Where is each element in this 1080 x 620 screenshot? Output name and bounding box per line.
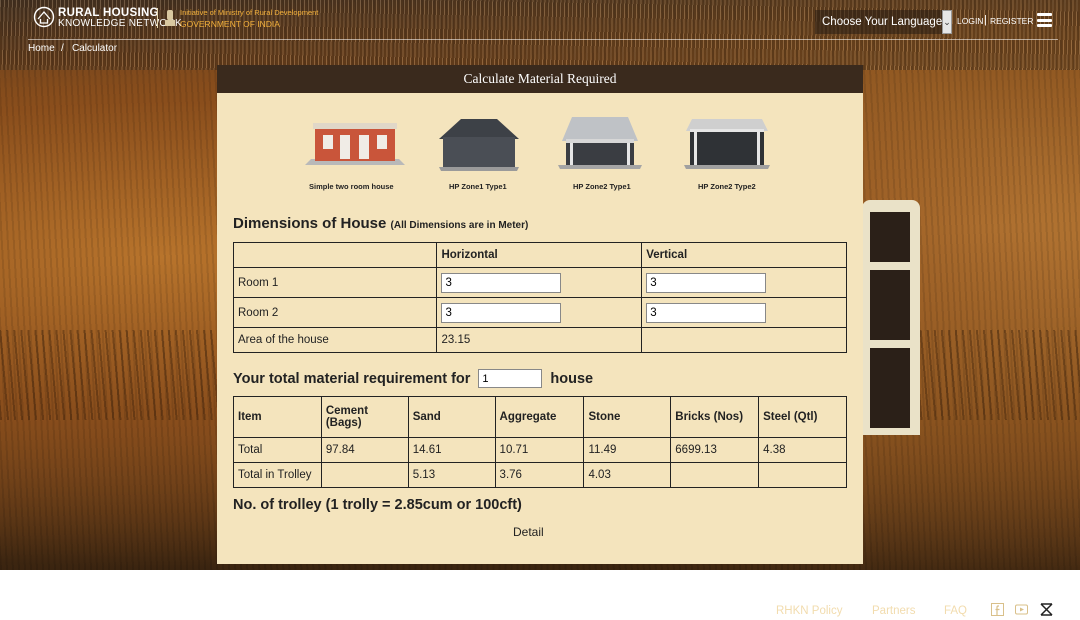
table-cell	[641, 267, 847, 298]
breadcrumb-separator: /	[61, 43, 64, 54]
table-cell	[320, 462, 409, 488]
materials-table: Item Cement (Bags) Sand Aggregate Stone …	[233, 396, 847, 488]
table-row: Total 97.84 14.61 10.71 11.49 6699.13 4.…	[233, 437, 847, 463]
dimensions-note: (All Dimensions are in Meter)	[390, 220, 529, 231]
house-caption[interactable]: HP Zone1 Type1	[449, 182, 507, 191]
table-cell	[436, 297, 643, 328]
table-cell	[670, 462, 760, 488]
room1-horizontal-input[interactable]	[441, 272, 562, 293]
hamburger-menu-icon[interactable]	[1037, 13, 1052, 27]
logo-divider	[157, 8, 158, 28]
house-caption[interactable]: HP Zone2 Type2	[698, 182, 756, 191]
table-cell: Total	[233, 437, 322, 463]
column-header: Aggregate	[494, 396, 585, 438]
calculator-panel: Simple two room house HP Zone1 Type1 HP …	[217, 93, 863, 564]
column-header: Steel (Qtl)	[758, 396, 847, 438]
footer-link-faq[interactable]: FAQ	[944, 605, 967, 617]
breadcrumb-home[interactable]: Home	[28, 43, 55, 54]
table-cell: 11.49	[583, 437, 672, 463]
table-cell	[641, 297, 847, 328]
area-value: 23.15	[436, 327, 643, 353]
breadcrumb-current: Calculator	[72, 43, 118, 54]
table-row: Total in Trolley 5.13 3.76 4.03	[233, 462, 847, 488]
area-label: Area of the house	[232, 327, 438, 353]
table-cell: 14.61	[407, 437, 496, 463]
column-header: Bricks (Nos)	[670, 396, 760, 438]
house-caption[interactable]: HP Zone2 Type1	[573, 182, 631, 191]
requirement-prefix: Your total material requirement for	[233, 370, 471, 387]
table-row: Room 2	[232, 297, 847, 328]
ministry-label: Initiative of Ministry of Rural Developm…	[180, 8, 319, 17]
house-hp-zone2-type1-image[interactable]	[558, 113, 642, 171]
header-separator: |	[984, 14, 987, 26]
emblem-icon	[165, 10, 175, 26]
dimensions-title: Dimensions of House	[233, 215, 387, 232]
house-hp-zone1-type1-image[interactable]	[439, 117, 519, 171]
column-header-vertical: Vertical	[641, 242, 847, 268]
requirement-line: Your total material requirement for hous…	[233, 369, 593, 388]
table-header-row: Item Cement (Bags) Sand Aggregate Stone …	[233, 396, 847, 438]
column-header: Sand	[407, 396, 496, 438]
table-cell	[232, 242, 438, 268]
room1-vertical-input[interactable]	[646, 272, 767, 293]
facebook-icon[interactable]	[991, 603, 1004, 616]
table-cell: 4.38	[758, 437, 847, 463]
close-icon[interactable]	[1040, 603, 1053, 616]
house-count-input[interactable]	[478, 369, 543, 388]
house-caption[interactable]: Simple two room house	[309, 182, 394, 191]
panel-title: Calculate Material Required	[217, 65, 863, 93]
window-image	[862, 200, 920, 435]
table-row: Area of the house 23.15	[232, 327, 847, 353]
dimensions-heading: Dimensions of House (All Dimensions are …	[233, 215, 528, 232]
table-cell: 97.84	[320, 437, 409, 463]
detail-link[interactable]: Detail	[513, 525, 544, 539]
language-select[interactable]: Choose Your Language ⌄	[815, 10, 952, 34]
login-link[interactable]: LOGIN	[957, 16, 983, 26]
table-cell	[436, 267, 643, 298]
table-cell: 10.71	[494, 437, 585, 463]
row-label-room2: Room 2	[232, 297, 438, 328]
table-row: Room 1	[232, 267, 847, 298]
language-select-label: Choose Your Language	[822, 16, 943, 28]
requirement-suffix: house	[550, 370, 594, 387]
column-header: Stone	[583, 396, 672, 438]
footer-link-partners[interactable]: Partners	[872, 605, 915, 617]
house-hp-zone2-type2-image[interactable]	[684, 117, 770, 171]
table-cell: 3.76	[494, 462, 585, 488]
table-cell	[641, 327, 847, 353]
table-cell: 4.03	[583, 462, 672, 488]
dimensions-table: Horizontal Vertical Room 1 Room 2 Area o…	[232, 242, 847, 353]
trolley-heading: No. of trolley (1 trolly = 2.85cum or 10…	[233, 497, 522, 513]
column-header: Cement (Bags)	[320, 396, 409, 438]
column-header: Item	[233, 396, 322, 438]
table-cell: Total in Trolley	[233, 462, 322, 488]
youtube-icon[interactable]	[1015, 603, 1028, 616]
table-cell: 5.13	[407, 462, 496, 488]
government-label: GOVERNMENT OF INDIA	[180, 19, 280, 29]
footer-link-rhkn-policy[interactable]: RHKN Policy	[776, 605, 842, 617]
register-link[interactable]: REGISTER	[990, 16, 1033, 26]
house-simple-two-room-image[interactable]	[303, 117, 407, 169]
header-divider	[28, 39, 1058, 40]
room2-vertical-input[interactable]	[646, 302, 767, 323]
room2-horizontal-input[interactable]	[441, 302, 562, 323]
chevron-down-icon[interactable]: ⌄	[942, 10, 952, 34]
column-header-horizontal: Horizontal	[436, 242, 643, 268]
table-cell: 6699.13	[670, 437, 760, 463]
table-cell	[758, 462, 847, 488]
logo-icon[interactable]	[33, 6, 55, 28]
table-header-row: Horizontal Vertical	[232, 242, 847, 268]
row-label-room1: Room 1	[232, 267, 438, 298]
